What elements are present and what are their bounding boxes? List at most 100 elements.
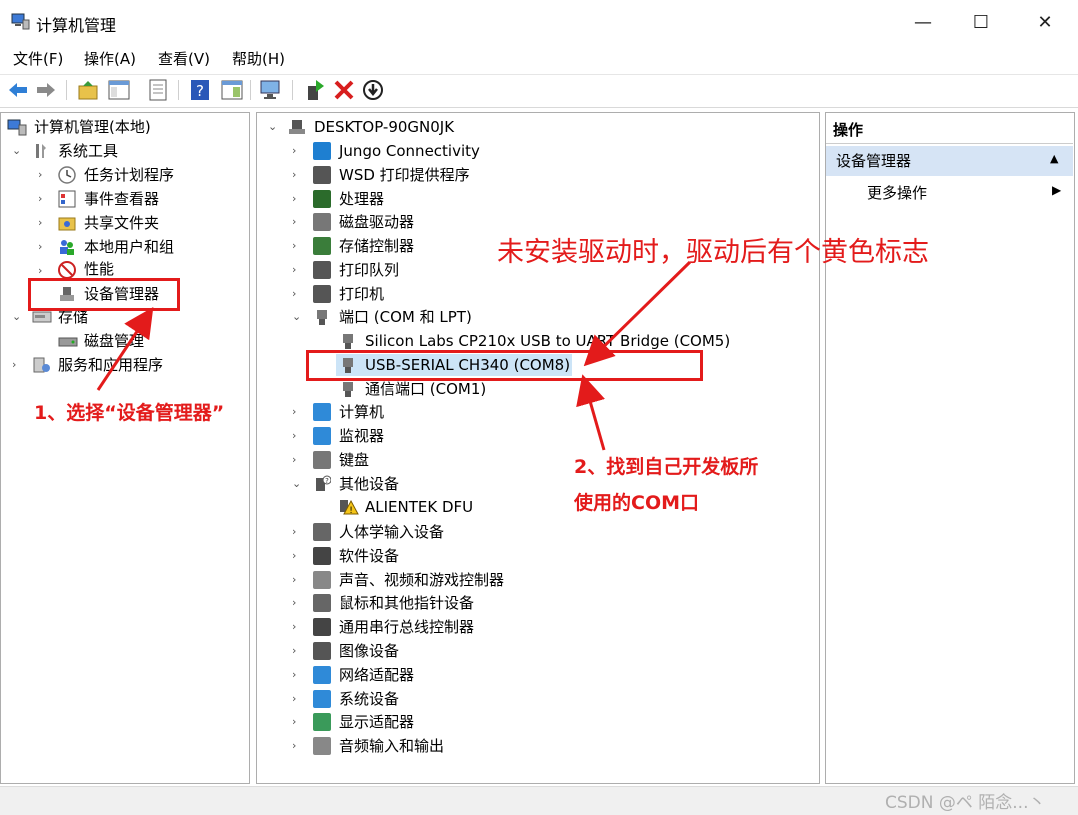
scan-hardware-icon[interactable] <box>258 78 282 102</box>
port-icon <box>343 334 353 349</box>
chevron-right-icon[interactable]: › <box>38 188 48 210</box>
device-category[interactable]: 图像设备 <box>339 640 399 662</box>
tree-task-scheduler[interactable]: 任务计划程序 <box>84 164 174 186</box>
menu-file[interactable]: 文件(F) <box>13 48 63 69</box>
event-viewer-icon <box>58 190 76 208</box>
tree-event-viewer[interactable]: 事件查看器 <box>84 188 159 210</box>
chevron-down-icon[interactable]: ⌄ <box>292 473 302 495</box>
disk-management-icon <box>58 337 78 347</box>
chevron-right-icon[interactable]: › <box>292 449 302 471</box>
device-category[interactable]: 处理器 <box>339 188 384 210</box>
uninstall-device-icon[interactable] <box>332 78 356 102</box>
menu-action[interactable]: 操作(A) <box>84 48 136 69</box>
chevron-right-icon[interactable]: › <box>292 211 302 233</box>
actions-section-device-manager[interactable]: 设备管理器 <box>826 146 1073 176</box>
device-category[interactable]: 打印机 <box>339 283 384 305</box>
menu-view[interactable]: 查看(V) <box>158 48 210 69</box>
action-pane-icon[interactable] <box>220 78 244 102</box>
port-cp210x[interactable]: Silicon Labs CP210x USB to UART Bridge (… <box>365 330 730 352</box>
collapse-up-icon[interactable]: ▲ <box>1050 152 1058 165</box>
printer-icon <box>313 165 331 184</box>
tree-services[interactable]: 服务和应用程序 <box>58 354 163 376</box>
device-category[interactable]: 鼠标和其他指针设备 <box>339 592 474 614</box>
device-category[interactable]: 音频输入和输出 <box>339 735 444 757</box>
tree-local-users[interactable]: 本地用户和组 <box>84 236 174 258</box>
device-category[interactable]: 网络适配器 <box>339 664 414 686</box>
keyboard-icon <box>313 450 331 469</box>
show-tree-icon[interactable] <box>107 78 131 102</box>
chevron-right-icon[interactable]: › <box>38 164 48 186</box>
toolbar-separator <box>178 80 179 100</box>
toolbar-separator <box>66 80 67 100</box>
chevron-right-icon[interactable]: › <box>292 235 302 257</box>
chevron-right-icon[interactable]: › <box>292 664 302 686</box>
device-category-ports[interactable]: 端口 (COM 和 LPT) <box>339 306 472 328</box>
minimize-button[interactable]: — <box>900 0 946 44</box>
chevron-down-icon[interactable]: ⌄ <box>292 306 302 328</box>
more-actions[interactable]: 更多操作 <box>867 182 927 203</box>
annotation-step2-line1: 2、找到自己开发板所 <box>574 456 759 478</box>
close-button[interactable]: ✕ <box>1022 0 1068 44</box>
device-category[interactable]: 通用串行总线控制器 <box>339 616 474 638</box>
chevron-right-icon[interactable]: › <box>292 592 302 614</box>
chevron-right-icon[interactable]: › <box>292 521 302 543</box>
chevron-down-icon[interactable]: ⌄ <box>12 306 22 328</box>
chevron-down-icon[interactable]: ⌄ <box>268 116 278 138</box>
other-devices-icon: ? <box>316 475 331 491</box>
maximize-button[interactable]: ☐ <box>958 0 1004 44</box>
chevron-down-icon[interactable]: ⌄ <box>12 140 22 162</box>
chevron-right-icon[interactable]: › <box>292 616 302 638</box>
properties-icon[interactable] <box>146 78 170 102</box>
mouse-icon <box>313 594 331 613</box>
enable-device-icon[interactable] <box>361 78 385 102</box>
watermark: CSDN @ペ 陌念...丶 <box>885 793 1046 813</box>
device-category[interactable]: 声音、视频和游戏控制器 <box>339 569 504 591</box>
device-category[interactable]: 存储控制器 <box>339 235 414 257</box>
chevron-right-icon[interactable]: › <box>292 283 302 305</box>
tree-shared-folders[interactable]: 共享文件夹 <box>84 212 159 234</box>
device-category[interactable]: 显示适配器 <box>339 711 414 733</box>
forward-arrow-icon[interactable] <box>34 78 58 102</box>
chevron-right-icon[interactable]: › <box>292 401 302 423</box>
device-category[interactable]: 人体学输入设备 <box>339 521 444 543</box>
chevron-right-icon[interactable]: › <box>12 354 22 376</box>
device-category[interactable]: 监视器 <box>339 425 384 447</box>
chevron-right-icon[interactable]: › <box>292 259 302 281</box>
printer-icon <box>313 284 331 303</box>
update-driver-icon[interactable] <box>302 78 326 102</box>
chevron-right-icon[interactable]: › <box>292 735 302 757</box>
back-arrow-icon[interactable] <box>6 78 30 102</box>
chevron-right-icon[interactable]: › <box>292 688 302 710</box>
chevron-right-icon[interactable]: › <box>292 425 302 447</box>
device-category[interactable]: 打印队列 <box>339 259 399 281</box>
chevron-right-icon[interactable]: › <box>292 164 302 186</box>
up-folder-icon[interactable] <box>76 78 100 102</box>
port-com1[interactable]: 通信端口 (COM1) <box>365 378 486 400</box>
device-category[interactable]: 系统设备 <box>339 688 399 710</box>
chevron-right-icon[interactable]: › <box>292 140 302 162</box>
device-category[interactable]: WSD 打印提供程序 <box>339 164 470 186</box>
tree-system-tools[interactable]: 系统工具 <box>58 140 118 162</box>
device-tree-root[interactable]: DESKTOP-90GN0JK <box>314 116 454 138</box>
device-category[interactable]: 软件设备 <box>339 545 399 567</box>
chevron-right-icon[interactable]: › <box>292 188 302 210</box>
device-category[interactable]: Jungo Connectivity <box>339 140 480 162</box>
annotation-step1: 1、选择“设备管理器” <box>34 402 225 424</box>
chevron-right-icon[interactable]: › <box>292 545 302 567</box>
chevron-right-icon[interactable]: › <box>292 711 302 733</box>
help-icon[interactable]: ? <box>188 78 212 102</box>
chevron-right-icon[interactable]: › <box>38 236 48 258</box>
device-alientek-dfu[interactable]: ALIENTEK DFU <box>365 496 473 518</box>
device-category[interactable]: 计算机 <box>339 401 384 423</box>
device-category[interactable]: 磁盘驱动器 <box>339 211 414 233</box>
device-category-other[interactable]: 其他设备 <box>339 473 399 495</box>
tree-root[interactable]: 计算机管理(本地) <box>34 116 151 138</box>
tree-performance[interactable]: 性能 <box>84 258 114 280</box>
chevron-right-icon[interactable]: › <box>38 212 48 234</box>
tree-disk-management[interactable]: 磁盘管理 <box>84 330 144 352</box>
chevron-right-icon[interactable]: › <box>292 569 302 591</box>
menu-help[interactable]: 帮助(H) <box>232 48 285 69</box>
chevron-right-icon[interactable]: ▶ <box>1052 183 1061 197</box>
chevron-right-icon[interactable]: › <box>292 640 302 662</box>
device-category[interactable]: 键盘 <box>339 449 369 471</box>
